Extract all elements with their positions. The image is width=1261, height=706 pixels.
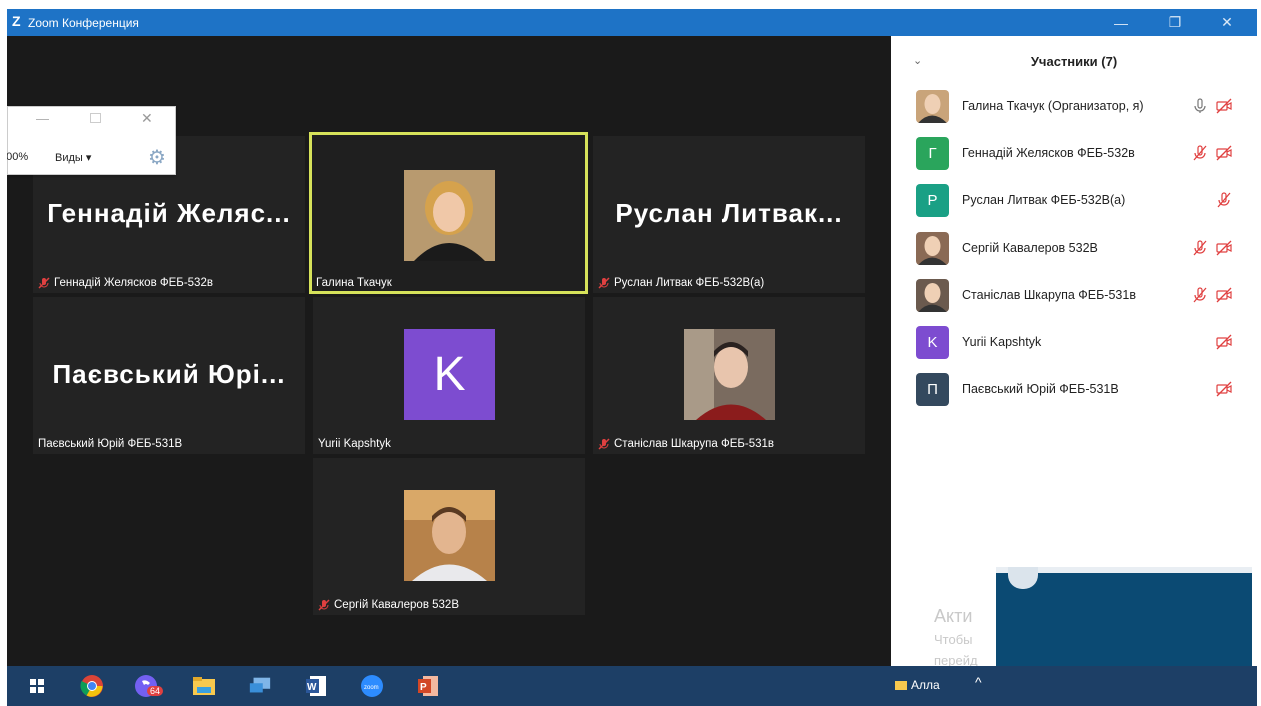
mic-muted-icon xyxy=(1192,240,1208,256)
video-tile[interactable]: Руслан Литвак... Руслан Литвак ФЕБ-532В(… xyxy=(593,136,865,293)
floating-toolbar-window: — ✕ 300% Виды ▾ ⚙ xyxy=(7,106,176,175)
tile-label-text: Галина Ткачук xyxy=(316,277,392,289)
mic-muted-icon xyxy=(598,277,610,289)
video-gallery: Геннадій Желяс... Геннадій Желясков ФЕБ-… xyxy=(7,36,891,666)
galyna-photo-avatar xyxy=(403,170,495,261)
word-icon[interactable]: W xyxy=(304,674,328,698)
tile-label: Yurii Kapshtyk xyxy=(318,438,391,450)
tile-label: Галина Ткачук xyxy=(316,277,392,289)
tile-label: Геннадій Желясков ФЕБ-532в xyxy=(38,277,213,289)
tile-label-text: Руслан Литвак ФЕБ-532В(а) xyxy=(614,277,765,289)
tray-chevron-icon[interactable]: ^ xyxy=(975,674,982,690)
participant-big-name: Руслан Литвак... xyxy=(615,198,843,228)
participant-row[interactable]: Станіслав Шкарупа ФЕБ-531в xyxy=(916,279,1234,313)
tile-label-text: Станіслав Шкарупа ФЕБ-531в xyxy=(614,438,775,450)
participant-row[interactable]: Р Руслан Литвак ФЕБ-532В(а) xyxy=(916,184,1234,218)
serhii-photo-avatar xyxy=(404,490,495,581)
svg-text:W: W xyxy=(307,682,317,693)
participant-row[interactable]: Галина Ткачук (Организатор, я) xyxy=(916,90,1234,124)
participant-name: Галина Ткачук (Организатор, я) xyxy=(962,99,1144,113)
powerpoint-icon[interactable]: P xyxy=(416,674,440,698)
mic-muted-icon xyxy=(38,277,50,289)
activation-watermark-text: Чтобы xyxy=(934,632,973,647)
video-off-icon xyxy=(1216,240,1232,256)
tile-label-text: Паєвський Юрій ФЕБ-531В xyxy=(38,438,183,450)
participant-avatar-letter: Р xyxy=(916,184,949,217)
close-button[interactable]: ✕ xyxy=(1204,9,1250,36)
participant-big-name: Паєвський Юрі... xyxy=(52,359,286,389)
participant-photo-avatar xyxy=(916,232,949,265)
tile-label: Руслан Литвак ФЕБ-532В(а) xyxy=(598,277,764,289)
participant-avatar-letter: K xyxy=(916,326,949,359)
participant-photo-avatar xyxy=(916,90,949,123)
participant-avatar-letter: П xyxy=(916,373,949,406)
restore-button[interactable]: ❐ xyxy=(1152,9,1198,36)
video-off-icon xyxy=(1216,334,1232,350)
windows-start-icon[interactable] xyxy=(25,674,49,698)
viber-badge: 64 xyxy=(147,686,164,696)
user-folder-icon xyxy=(895,681,907,690)
video-off-icon xyxy=(1216,381,1232,397)
zoom-app-icon[interactable]: zoom xyxy=(360,674,384,698)
participant-row[interactable]: Сергій Кавалеров 532В xyxy=(916,232,1234,266)
avatar-letter: K xyxy=(404,329,495,420)
activation-watermark-title: Акти xyxy=(934,606,973,626)
participant-name: Станіслав Шкарупа ФЕБ-531в xyxy=(962,288,1136,302)
mic-icon xyxy=(1192,98,1208,114)
zoom-logo-icon: Z xyxy=(12,13,21,29)
video-tile[interactable]: Паєвський Юрі... Паєвський Юрій ФЕБ-531В xyxy=(33,297,305,454)
mic-muted-icon xyxy=(598,438,610,450)
zoom-level: 300% xyxy=(7,151,29,163)
participant-big-name: Геннадій Желяс... xyxy=(47,198,291,228)
video-off-icon xyxy=(1216,145,1232,161)
file-explorer-icon[interactable] xyxy=(192,674,216,698)
participant-name: Yurii Kapshtyk xyxy=(962,335,1042,349)
video-tile[interactable]: Сергій Кавалеров 532В xyxy=(313,458,585,615)
tray-user-label: Алла xyxy=(911,678,940,692)
remote-desktop-icon[interactable] xyxy=(248,674,272,698)
tile-label-text: Сергій Кавалеров 532В xyxy=(334,599,459,611)
views-dropdown[interactable]: Виды ▾ xyxy=(55,151,91,164)
mic-muted-icon xyxy=(1192,145,1208,161)
mic-muted-icon xyxy=(1192,287,1208,303)
tile-label-text: Геннадій Желясков ФЕБ-532в xyxy=(54,277,213,289)
floating-minimize-button[interactable]: — xyxy=(36,111,49,126)
participant-avatar-letter: Г xyxy=(916,137,949,170)
participant-row[interactable]: Г Геннадій Желясков ФЕБ-532в xyxy=(916,137,1234,171)
participant-row[interactable]: П Паєвський Юрій ФЕБ-531В xyxy=(916,373,1234,407)
video-tile-active[interactable]: Галина Ткачук xyxy=(309,132,588,294)
tray-user[interactable]: Алла xyxy=(895,678,940,692)
title-bar: Z Zoom Конференция — ❐ ✕ xyxy=(7,9,1257,36)
minimize-button[interactable]: — xyxy=(1098,9,1144,36)
windows-taskbar: 64 W zoom P Алла ^ xyxy=(7,666,1257,706)
mic-muted-icon xyxy=(1216,192,1232,208)
floating-maximize-button[interactable] xyxy=(90,113,101,123)
video-off-icon xyxy=(1216,98,1232,114)
participant-row[interactable]: K Yurii Kapshtyk xyxy=(916,326,1234,360)
floating-close-button[interactable]: ✕ xyxy=(141,110,153,127)
video-off-icon xyxy=(1216,287,1232,303)
tile-label: Паєвський Юрій ФЕБ-531В xyxy=(38,438,182,450)
svg-text:P: P xyxy=(420,682,427,693)
chrome-icon[interactable] xyxy=(80,674,104,698)
video-tile[interactable]: Станіслав Шкарупа ФЕБ-531в xyxy=(593,297,865,454)
mic-muted-icon xyxy=(318,599,330,611)
participants-title: Участники (7) xyxy=(1030,54,1118,69)
tile-label: Сергій Кавалеров 532В xyxy=(318,599,459,611)
gear-icon[interactable]: ⚙ xyxy=(148,145,166,170)
window-title: Zoom Конференция xyxy=(28,16,139,30)
tile-label-text: Yurii Kapshtyk xyxy=(318,438,391,450)
participant-name: Геннадій Желясков ФЕБ-532в xyxy=(962,146,1135,160)
participant-photo-avatar xyxy=(916,279,949,312)
video-tile[interactable]: K Yurii Kapshtyk xyxy=(313,297,585,454)
svg-text:zoom: zoom xyxy=(364,685,379,691)
tile-label: Станіслав Шкарупа ФЕБ-531в xyxy=(598,438,774,450)
participant-name: Паєвський Юрій ФЕБ-531В xyxy=(962,382,1119,396)
participant-name: Сергій Кавалеров 532В xyxy=(962,241,1098,255)
participant-name: Руслан Литвак ФЕБ-532В(а) xyxy=(962,193,1126,207)
stanislav-photo-avatar xyxy=(684,329,775,420)
shield-icon xyxy=(1008,567,1038,589)
